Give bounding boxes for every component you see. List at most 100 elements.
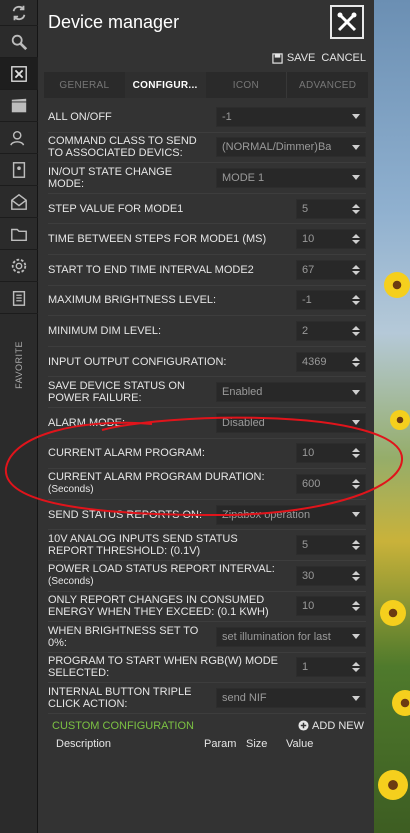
param-label-text: INTERNAL BUTTON TRIPLE CLICK ACTION: bbox=[48, 686, 192, 711]
stepper-arrows-icon[interactable] bbox=[352, 203, 360, 214]
param-label-text: SAVE DEVICE STATUS ON POWER FAILURE: bbox=[48, 380, 185, 405]
param-label-text: WHEN BRIGHTNESS SET TO 0%: bbox=[48, 624, 199, 649]
save-button[interactable]: SAVE bbox=[272, 52, 315, 64]
param-select[interactable]: (NORMAL/Dimmer)Ba bbox=[216, 137, 366, 158]
param-number-stepper[interactable]: 4369 bbox=[296, 351, 366, 372]
titlebar: Device manager bbox=[38, 0, 374, 44]
favorite-tab[interactable]: FAVORITE bbox=[0, 330, 38, 400]
param-label: INPUT OUTPUT CONFIGURATION: bbox=[48, 356, 286, 368]
param-label-text: COMMAND CLASS TO SEND TO ASSOCIATED DEVI… bbox=[48, 135, 197, 160]
param-label: ALL ON/OFF bbox=[48, 111, 208, 123]
tab-advanced[interactable]: ADVANCED bbox=[286, 72, 368, 98]
chevron-down-icon[interactable] bbox=[352, 512, 360, 518]
stepper-arrows-icon[interactable] bbox=[352, 325, 360, 336]
stepper-arrows-icon[interactable] bbox=[352, 264, 360, 275]
param-row: ONLY REPORT CHANGES IN CONSUMED ENERGY W… bbox=[48, 592, 366, 623]
param-select[interactable]: set illumination for last bbox=[216, 626, 366, 647]
chevron-down-icon[interactable] bbox=[352, 420, 360, 426]
param-number-stepper[interactable]: 5 bbox=[296, 535, 366, 556]
device-manager-panel: Device manager SAVE CANCEL GENERAL CONFI… bbox=[38, 0, 374, 833]
param-number-stepper[interactable]: 2 bbox=[296, 320, 366, 341]
param-select[interactable]: -1 bbox=[216, 106, 366, 127]
device-manager-icon[interactable] bbox=[0, 58, 38, 90]
param-label-text: STEP VALUE FOR MODE1 bbox=[48, 202, 184, 215]
param-value: set illumination for last bbox=[222, 630, 331, 643]
param-label: SEND STATUS REPORTS ON: bbox=[48, 509, 208, 521]
param-value: 67 bbox=[302, 263, 315, 276]
param-label: STEP VALUE FOR MODE1 bbox=[48, 203, 286, 215]
chevron-down-icon[interactable] bbox=[352, 634, 360, 640]
flower-decoration bbox=[390, 410, 410, 430]
param-label-text: TIME BETWEEN STEPS FOR MODE1 (ms) bbox=[48, 233, 267, 246]
stepper-arrows-icon[interactable] bbox=[352, 540, 360, 551]
param-label: START TO END TIME INTERVAL MODE2 bbox=[48, 264, 286, 276]
param-label: INTERNAL BUTTON TRIPLE CLICK ACTION: bbox=[48, 686, 208, 710]
stepper-arrows-icon[interactable] bbox=[352, 570, 360, 581]
param-number-stepper[interactable]: 30 bbox=[296, 565, 366, 586]
param-label-text: CURRENT ALARM PROGRAM DURATION: bbox=[48, 471, 265, 484]
param-number-stepper[interactable]: 10 bbox=[296, 229, 366, 250]
add-new-button[interactable]: ADD NEW bbox=[298, 720, 364, 732]
chevron-down-icon[interactable] bbox=[352, 114, 360, 120]
param-number-stepper[interactable]: 600 bbox=[296, 473, 366, 494]
param-unit-text: (Seconds) bbox=[48, 484, 94, 496]
param-select[interactable]: send NIF bbox=[216, 688, 366, 709]
param-value: Disabled bbox=[222, 416, 265, 429]
param-select[interactable]: Disabled bbox=[216, 412, 366, 433]
param-number-stepper[interactable]: 10 bbox=[296, 596, 366, 617]
param-select[interactable]: Enabled bbox=[216, 382, 366, 403]
mail-icon[interactable] bbox=[0, 186, 38, 218]
tab-general[interactable]: GENERAL bbox=[44, 72, 125, 98]
param-row: STEP VALUE FOR MODE1 5 bbox=[48, 194, 366, 225]
device-logo-button[interactable] bbox=[330, 5, 364, 39]
sync-icon[interactable] bbox=[0, 0, 38, 26]
stepper-arrows-icon[interactable] bbox=[352, 295, 360, 306]
param-number-stepper[interactable]: 67 bbox=[296, 259, 366, 280]
action-bar: SAVE CANCEL bbox=[38, 44, 374, 72]
column-param: Param bbox=[204, 737, 237, 750]
stepper-arrows-icon[interactable] bbox=[352, 601, 360, 612]
param-select[interactable]: Zipabox operation bbox=[216, 504, 366, 525]
chevron-down-icon[interactable] bbox=[352, 144, 360, 150]
settings-icon[interactable] bbox=[0, 250, 38, 282]
tab-configuration[interactable]: CONFIGUR... bbox=[124, 72, 206, 98]
folder-icon[interactable] bbox=[0, 218, 38, 250]
param-select[interactable]: MODE 1 bbox=[216, 167, 366, 188]
movie-icon[interactable] bbox=[0, 90, 38, 122]
stepper-arrows-icon[interactable] bbox=[352, 448, 360, 459]
param-number-stepper[interactable]: 10 bbox=[296, 443, 366, 464]
stepper-arrows-icon[interactable] bbox=[352, 478, 360, 489]
chevron-down-icon[interactable] bbox=[352, 389, 360, 395]
param-label-text: ALL ON/OFF bbox=[48, 110, 112, 123]
tab-icon[interactable]: ICON bbox=[206, 72, 287, 98]
stepper-arrows-icon[interactable] bbox=[352, 662, 360, 673]
add-new-label: ADD NEW bbox=[312, 719, 364, 732]
param-number-stepper[interactable]: -1 bbox=[296, 290, 366, 311]
param-label: CURRENT ALARM PROGRAM DURATION: (Seconds) bbox=[48, 471, 286, 496]
clipboard-icon[interactable] bbox=[0, 282, 38, 314]
param-row: POWER LOAD STATUS REPORT INTERVAL: (Secon… bbox=[48, 561, 366, 592]
background-photo bbox=[374, 0, 410, 833]
contacts-icon[interactable] bbox=[0, 154, 38, 186]
tab-bar: GENERAL CONFIGUR... ICON ADVANCED bbox=[44, 72, 368, 98]
column-size: Size bbox=[246, 737, 268, 750]
param-unit-text: (Seconds) bbox=[48, 576, 94, 588]
param-row: CURRENT ALARM PROGRAM DURATION: (Seconds)… bbox=[48, 469, 366, 500]
param-value: MODE 1 bbox=[222, 171, 265, 184]
param-value: send NIF bbox=[222, 692, 267, 705]
param-number-stepper[interactable]: 5 bbox=[296, 198, 366, 219]
param-number-stepper[interactable]: 1 bbox=[296, 657, 366, 678]
search-icon[interactable] bbox=[0, 26, 38, 58]
param-label: CURRENT ALARM PROGRAM: bbox=[48, 447, 286, 459]
stepper-arrows-icon[interactable] bbox=[352, 234, 360, 245]
param-value: 600 bbox=[302, 477, 321, 490]
cancel-button[interactable]: CANCEL bbox=[321, 52, 366, 64]
param-row: SEND STATUS REPORTS ON: Zipabox operation bbox=[48, 500, 366, 531]
param-label-text: START TO END TIME INTERVAL MODE2 bbox=[48, 263, 254, 276]
chevron-down-icon[interactable] bbox=[352, 175, 360, 181]
custom-configuration-header: CUSTOM CONFIGURATION ADD NEW bbox=[38, 714, 374, 732]
chevron-down-icon[interactable] bbox=[352, 695, 360, 701]
param-value: Zipabox operation bbox=[222, 508, 311, 521]
stepper-arrows-icon[interactable] bbox=[352, 356, 360, 367]
users-icon[interactable] bbox=[0, 122, 38, 154]
